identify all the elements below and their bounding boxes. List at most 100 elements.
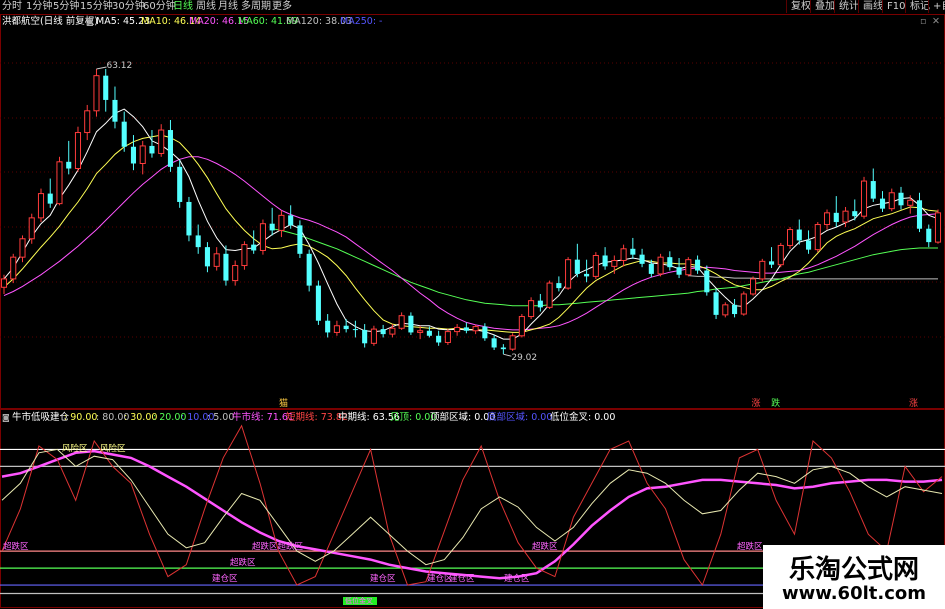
candle-body-up [786, 229, 794, 246]
candle [898, 186, 904, 210]
candle [556, 276, 562, 292]
candle-body-down [732, 304, 738, 315]
candle-body-up [620, 248, 627, 262]
candle [695, 255, 701, 274]
candle-body-up [333, 325, 340, 333]
ind-legend-golden-cross: 低位金叉: 0.00 [550, 412, 616, 423]
collapse-icon[interactable]: ▫ [920, 15, 926, 28]
candle-body-up [56, 161, 63, 205]
candle-body-down [482, 326, 488, 339]
candle-body-up [888, 192, 895, 210]
candle [934, 209, 942, 244]
candle [269, 207, 275, 236]
settings-icon[interactable]: ◙ [86, 15, 94, 28]
candle-body-up [592, 254, 599, 277]
candle-body-up [19, 238, 26, 258]
ind-legend-bull-line: 牛市线: 71.61 [232, 412, 294, 423]
candle-body-down [380, 329, 386, 335]
zone-label: 超跌区 [532, 541, 558, 552]
candle-body-down [463, 327, 469, 331]
candle [436, 330, 442, 346]
signal-marker: 跌 [771, 398, 780, 409]
candle-body-down [288, 215, 294, 226]
candle [315, 280, 321, 325]
ma-line-ma120 [688, 275, 938, 280]
candle-body-up [740, 293, 747, 315]
candle [186, 196, 192, 242]
candle-body-up [657, 256, 664, 275]
candle-body-up [93, 75, 100, 112]
candle-body-down [204, 247, 210, 267]
candle-body-up [842, 210, 849, 223]
candle [362, 324, 368, 348]
candle-body-up [259, 223, 266, 251]
low-pointer [503, 353, 512, 357]
candle [630, 237, 636, 259]
stock-title: 洪都航空(日线 前复权) [2, 16, 98, 27]
ind-legend-6: : 5.00 [207, 412, 235, 423]
signal-marker: 涨 [751, 398, 760, 409]
candle-body-up [370, 328, 377, 344]
candle-body-up [509, 335, 516, 350]
candle-body-down [833, 212, 839, 223]
candle-body-down [676, 267, 682, 275]
candle-body-up [417, 330, 424, 333]
candle [870, 168, 876, 202]
zone-label: 建仓区 [212, 573, 238, 584]
candle-body-up [0, 278, 8, 288]
candle [500, 344, 506, 355]
candle [259, 219, 266, 255]
legend-ma250: MA250: - [340, 16, 383, 27]
candle [879, 191, 886, 212]
candle [620, 244, 627, 267]
zone-label: 风险区 [62, 443, 88, 454]
candle [444, 329, 451, 345]
candle-body-down [343, 325, 349, 330]
candle-body-up [10, 256, 17, 280]
candle [139, 140, 146, 175]
candle-body-down [167, 130, 173, 167]
candle-body-down [584, 273, 590, 277]
candle [0, 274, 8, 294]
candle [786, 227, 794, 249]
watermark-logo: 乐淘公式网 www.60lt.com [763, 545, 945, 609]
candle-body-down [325, 320, 331, 333]
candle [325, 314, 331, 338]
candle [297, 220, 303, 258]
candle [509, 333, 516, 351]
candle [195, 224, 201, 254]
candle-body-down [177, 166, 183, 202]
candle [454, 324, 461, 336]
candle-body-down [47, 193, 53, 204]
close-icon[interactable]: ✕ [932, 15, 940, 28]
candle [223, 245, 229, 286]
candle-body-up [241, 244, 248, 267]
high-price-label: 63.12 [106, 61, 132, 71]
candle [343, 319, 349, 333]
candle [676, 258, 682, 279]
candle-body-down [870, 181, 876, 199]
candle-body-down [130, 146, 137, 164]
candle-body-up [565, 259, 572, 289]
candle [796, 219, 802, 245]
signal-marker: 猫 [279, 397, 288, 409]
candle [713, 288, 719, 320]
candle [103, 68, 109, 112]
candle-body-up [74, 132, 82, 170]
candle-body-up [213, 253, 220, 267]
indicator-settings-icon[interactable]: ◙ [2, 411, 10, 424]
candle [565, 257, 572, 290]
candle [537, 293, 543, 312]
candle-body-down [648, 263, 654, 274]
candle-body-down [630, 248, 636, 255]
candle [177, 160, 183, 208]
candle-body-down [926, 228, 932, 243]
low-price-label: 29.02 [511, 353, 537, 363]
stock-chart[interactable]: 63.1229.02猫涨跌涨风险区 风险区超跌区 超跌区超跌区 超跌区 超跌区超跌区建仓… [0, 0, 945, 609]
candle-body-down [408, 315, 414, 333]
candle-body-down [251, 244, 257, 251]
candle [158, 124, 165, 157]
candle [149, 130, 155, 158]
candle-body-down [602, 255, 608, 267]
candle [639, 248, 645, 268]
